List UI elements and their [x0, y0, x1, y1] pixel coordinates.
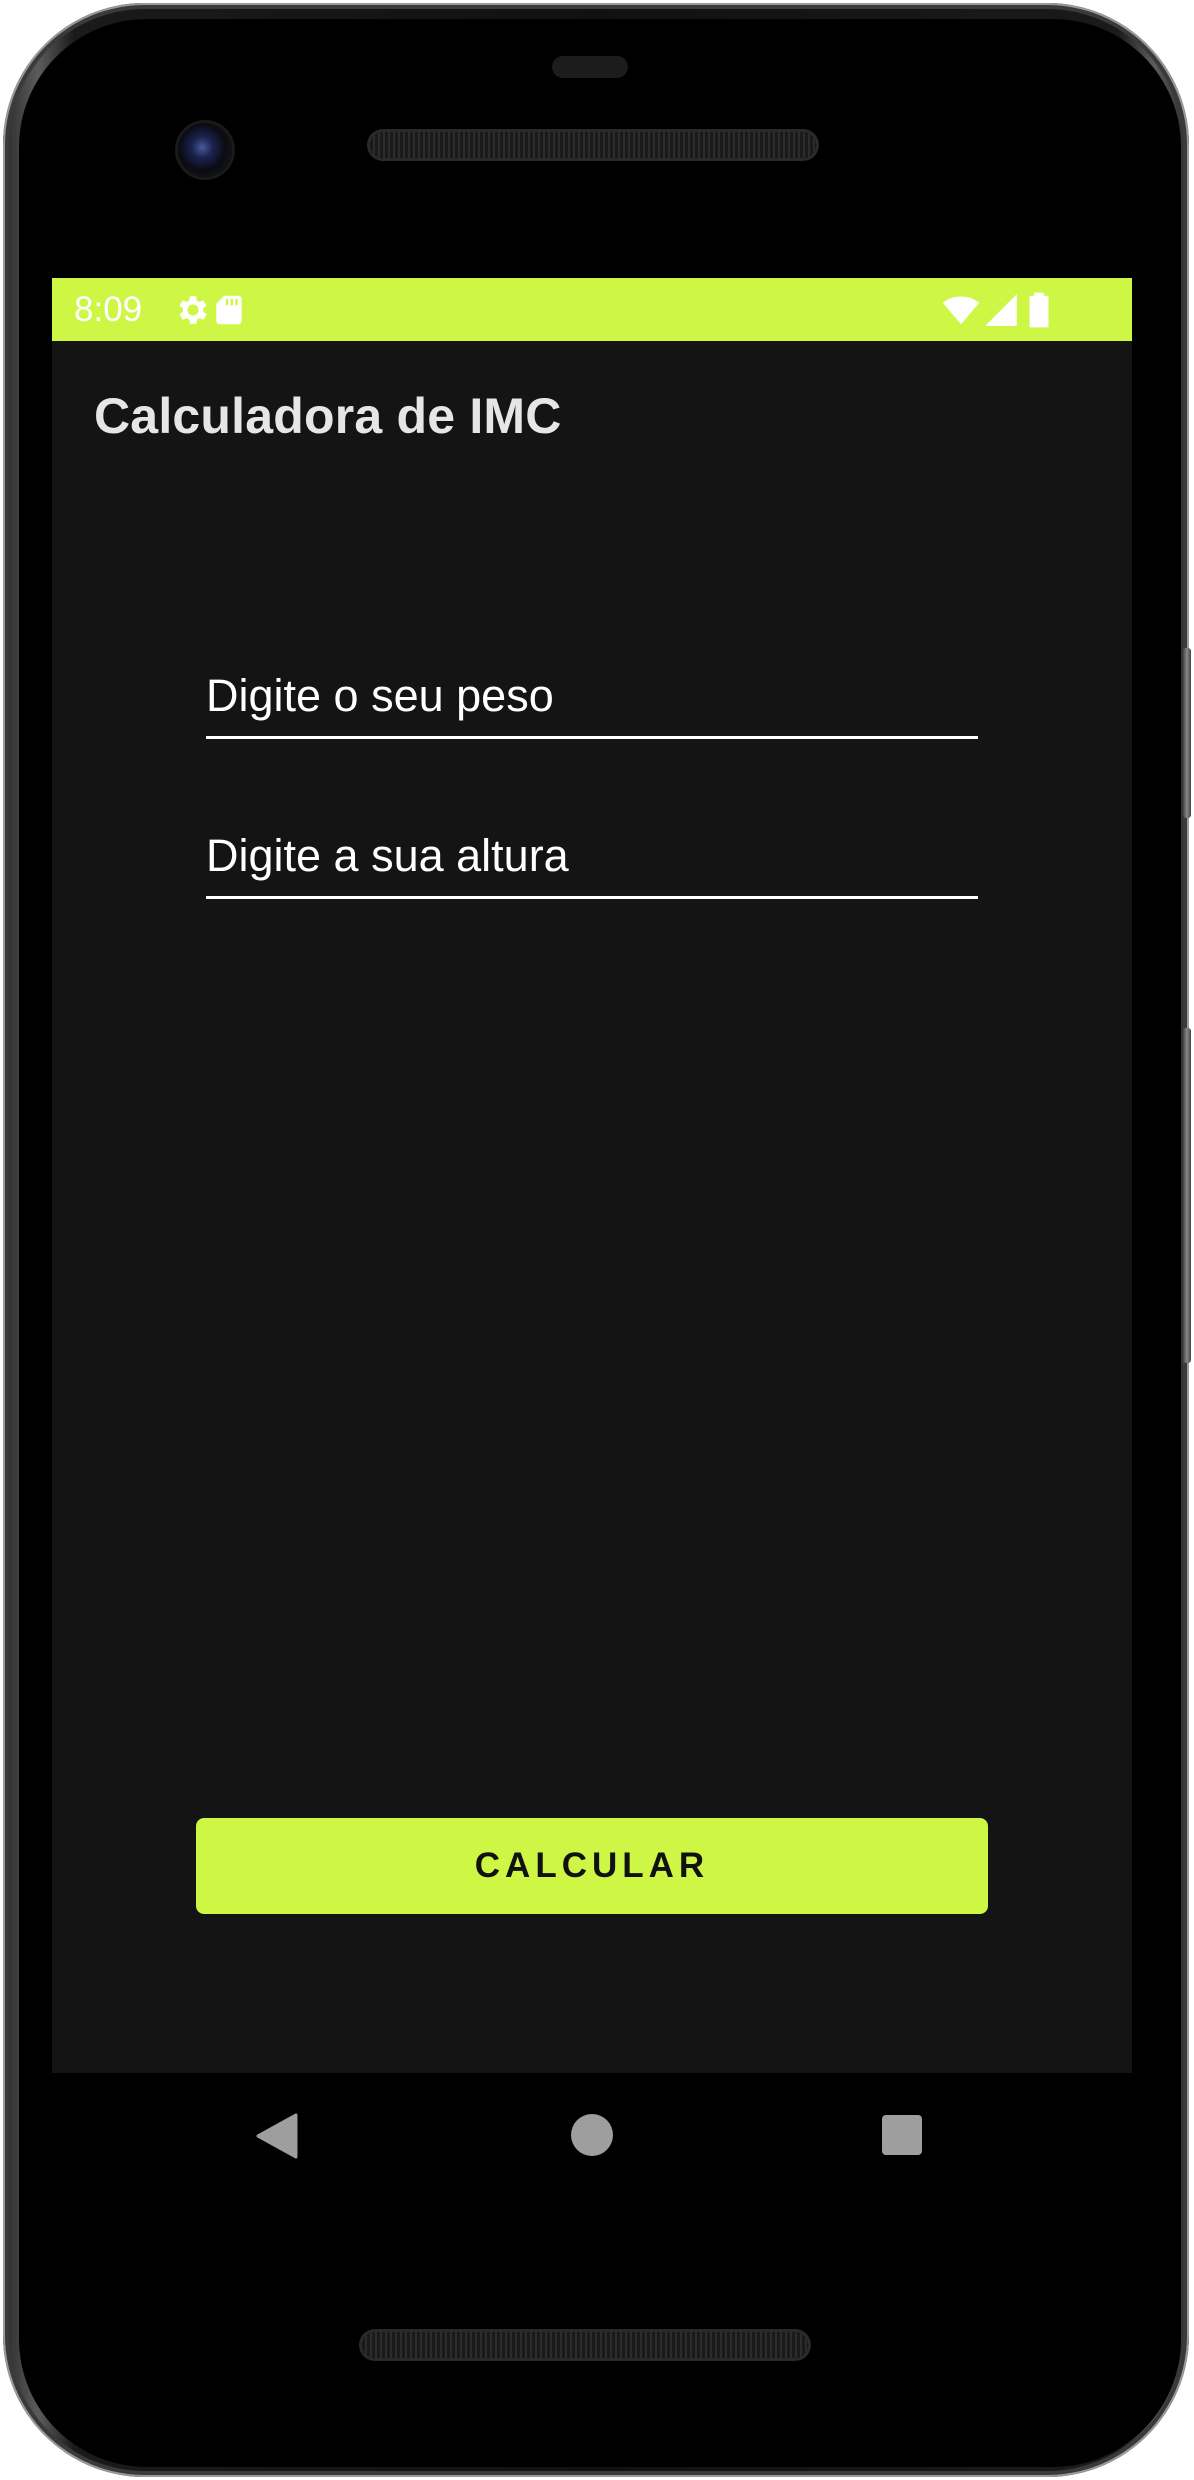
phone-device: 8:09 Calculadora de IMC Digite o seu pes…: [0, 0, 1194, 2480]
status-bar: 8:09: [52, 278, 1132, 341]
cell-signal-icon: [982, 291, 1020, 329]
back-icon[interactable]: [256, 2113, 298, 2159]
height-input-underline: [206, 896, 978, 899]
app-screen: 8:09 Calculadora de IMC Digite o seu pes…: [52, 278, 1132, 2073]
gear-icon: [174, 291, 212, 329]
height-input[interactable]: [206, 818, 978, 894]
height-field: [206, 818, 978, 900]
wifi-icon: [940, 291, 982, 329]
weight-input-underline: [206, 736, 978, 739]
calculate-button[interactable]: CALCULAR: [196, 1818, 988, 1914]
status-time: 8:09: [74, 290, 143, 329]
power-button: [1183, 648, 1191, 818]
sd-card-icon: [210, 291, 248, 329]
bottom-speaker: [362, 2332, 808, 2358]
earpiece-speaker: [370, 132, 816, 158]
weight-input[interactable]: [206, 658, 978, 734]
battery-icon: [1024, 291, 1054, 329]
app-title: Calculadora de IMC: [94, 388, 562, 444]
navigation-bar: [52, 2073, 1132, 2203]
volume-button: [1183, 1028, 1191, 1363]
front-camera: [178, 123, 232, 177]
sensor-notch: [552, 56, 628, 78]
weight-field: [206, 658, 978, 740]
recents-icon[interactable]: [882, 2115, 922, 2155]
home-icon[interactable]: [571, 2114, 613, 2156]
